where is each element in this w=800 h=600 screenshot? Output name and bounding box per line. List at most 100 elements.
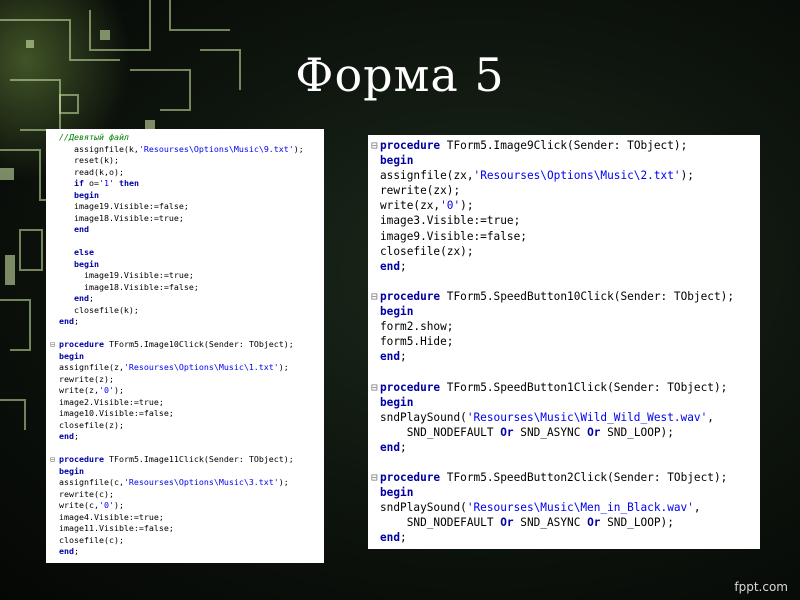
code-text: ); <box>278 362 289 372</box>
code-keyword: procedure <box>380 139 441 152</box>
code-keyword: begin <box>380 305 414 319</box>
fold-toggle-icon[interactable]: ⊟ <box>50 454 59 466</box>
gutter-space <box>371 425 380 440</box>
code-keyword: end <box>59 431 74 441</box>
code-comment: //Девятый файл <box>59 132 129 142</box>
code-text: rewrite(c); <box>59 488 114 499</box>
gutter-space <box>371 364 380 379</box>
code-keyword: then <box>119 178 139 188</box>
code-text: sndPlaySound( <box>380 410 467 424</box>
code-text: TForm5.Image11Click(Sender: TObject); <box>103 454 294 464</box>
code-text: SND_LOOP); <box>600 516 674 530</box>
code-panel-right: ⊟ procedure TForm5.Image9Click(Sender: TO… <box>368 135 760 549</box>
gutter-space <box>371 198 380 213</box>
gutter-space <box>50 523 59 535</box>
code-text: form5.Hide; <box>380 335 454 349</box>
code-text: ); <box>278 477 289 487</box>
code-line: begin <box>50 351 324 363</box>
gutter-space <box>50 282 59 294</box>
code-line: begin <box>371 395 760 410</box>
code-string: 'Resourses\Music\Wild_Wild_West.wav' <box>466 410 708 424</box>
code-keyword: end <box>74 293 89 303</box>
fold-toggle-icon[interactable]: ⊟ <box>371 380 380 395</box>
code-text: assignfile(zx, <box>380 169 474 183</box>
code-text: image3.Visible:=true; <box>380 214 521 228</box>
code-text: TForm5.SpeedButton10Click(Sender: TObjec… <box>440 289 735 303</box>
gutter-space <box>50 224 59 236</box>
fold-toggle-icon[interactable]: ⊟ <box>371 470 380 485</box>
gutter-space <box>371 229 380 244</box>
code-line: end; <box>371 530 760 545</box>
code-text: write(z, <box>59 385 99 395</box>
code-text: rewrite(zx); <box>380 184 461 198</box>
fold-toggle-icon[interactable]: ⊟ <box>371 138 380 153</box>
code-text: image4.Visible:=true; <box>59 511 164 522</box>
code-keyword: Or <box>587 516 601 530</box>
fold-toggle-icon[interactable]: ⊟ <box>50 339 59 351</box>
gutter-space <box>371 500 380 515</box>
code-text: TForm5.SpeedButton1Click(Sender: TObject… <box>440 380 728 394</box>
code-panel-left: //Девятый файл assignfile(k,'Resourses\O… <box>46 129 324 563</box>
fold-toggle-icon[interactable]: ⊟ <box>371 289 380 304</box>
code-keyword: begin <box>380 395 414 409</box>
code-line: SND_NODEFAULT Or SND_ASYNC Or SND_LOOP); <box>371 425 760 440</box>
gutter-space <box>371 530 380 545</box>
code-line: write(c,'0'); <box>50 500 324 512</box>
gutter-space <box>50 362 59 374</box>
gutter-space <box>50 178 59 190</box>
code-line: sndPlaySound('Resourses\Music\Men_in_Bla… <box>371 500 760 515</box>
gutter-space <box>371 334 380 349</box>
gutter-space <box>371 395 380 410</box>
code-line: //Девятый файл <box>50 132 324 144</box>
gutter-space <box>371 183 380 198</box>
code-line: ⊟ procedure TForm5.Image10Click(Sender: T… <box>50 339 324 351</box>
code-string: '0' <box>98 385 114 395</box>
code-text: assignfile(c, <box>59 477 124 487</box>
code-line: image3.Visible:=true; <box>371 213 760 228</box>
code-string: '1' <box>99 178 114 188</box>
gutter-space <box>50 420 59 432</box>
code-text: image18.Visible:=false; <box>59 281 199 292</box>
code-text: , <box>707 410 714 424</box>
code-line <box>371 455 760 470</box>
code-text: TForm5.Image10Click(Sender: TObject); <box>103 339 294 349</box>
gutter-space <box>371 440 380 455</box>
code-text: reset(k); <box>59 155 119 165</box>
code-keyword: Or <box>500 425 514 439</box>
code-line: end; <box>371 259 760 274</box>
code-string: 'Resourses\Options\Music\2.txt' <box>473 169 681 183</box>
code-line: rewrite(z); <box>50 374 324 386</box>
gutter-space <box>50 489 59 501</box>
code-line: begin <box>371 153 760 168</box>
code-listing-right: ⊟ procedure TForm5.Image9Click(Sender: TO… <box>368 135 760 546</box>
code-line: closefile(k); <box>50 305 324 317</box>
code-line: end; <box>50 431 324 443</box>
gutter-space <box>371 304 380 319</box>
code-line <box>50 443 324 455</box>
gutter-space <box>371 168 380 183</box>
code-text: TForm5.SpeedButton2Click(Sender: TObject… <box>440 471 728 485</box>
code-keyword: end <box>74 224 89 234</box>
code-listing-left: //Девятый файл assignfile(k,'Resourses\O… <box>46 129 324 558</box>
code-text: closefile(z); <box>59 419 124 430</box>
gutter-space <box>50 201 59 213</box>
code-text: , <box>693 501 701 515</box>
gutter-space <box>371 349 380 364</box>
code-line: sndPlaySound('Resourses\Music\Wild_Wild_… <box>371 410 760 425</box>
code-line: ⊟ procedure TForm5.SpeedButton1Click(Send… <box>371 380 760 395</box>
gutter-space <box>371 259 380 274</box>
gutter-space <box>50 535 59 547</box>
code-line: image18.Visible:=true; <box>50 213 324 225</box>
slide-title: Форма 5 <box>295 48 505 102</box>
gutter-space <box>50 443 59 455</box>
code-keyword: begin <box>380 154 414 168</box>
gutter-space <box>50 374 59 386</box>
code-keyword: begin <box>74 258 99 269</box>
code-line: SND_NODEFAULT Or SND_ASYNC Or SND_LOOP); <box>371 515 760 530</box>
code-line: assignfile(c,'Resourses\Options\Music\3.… <box>50 477 324 489</box>
code-text: image10.Visible:=false; <box>59 408 174 418</box>
